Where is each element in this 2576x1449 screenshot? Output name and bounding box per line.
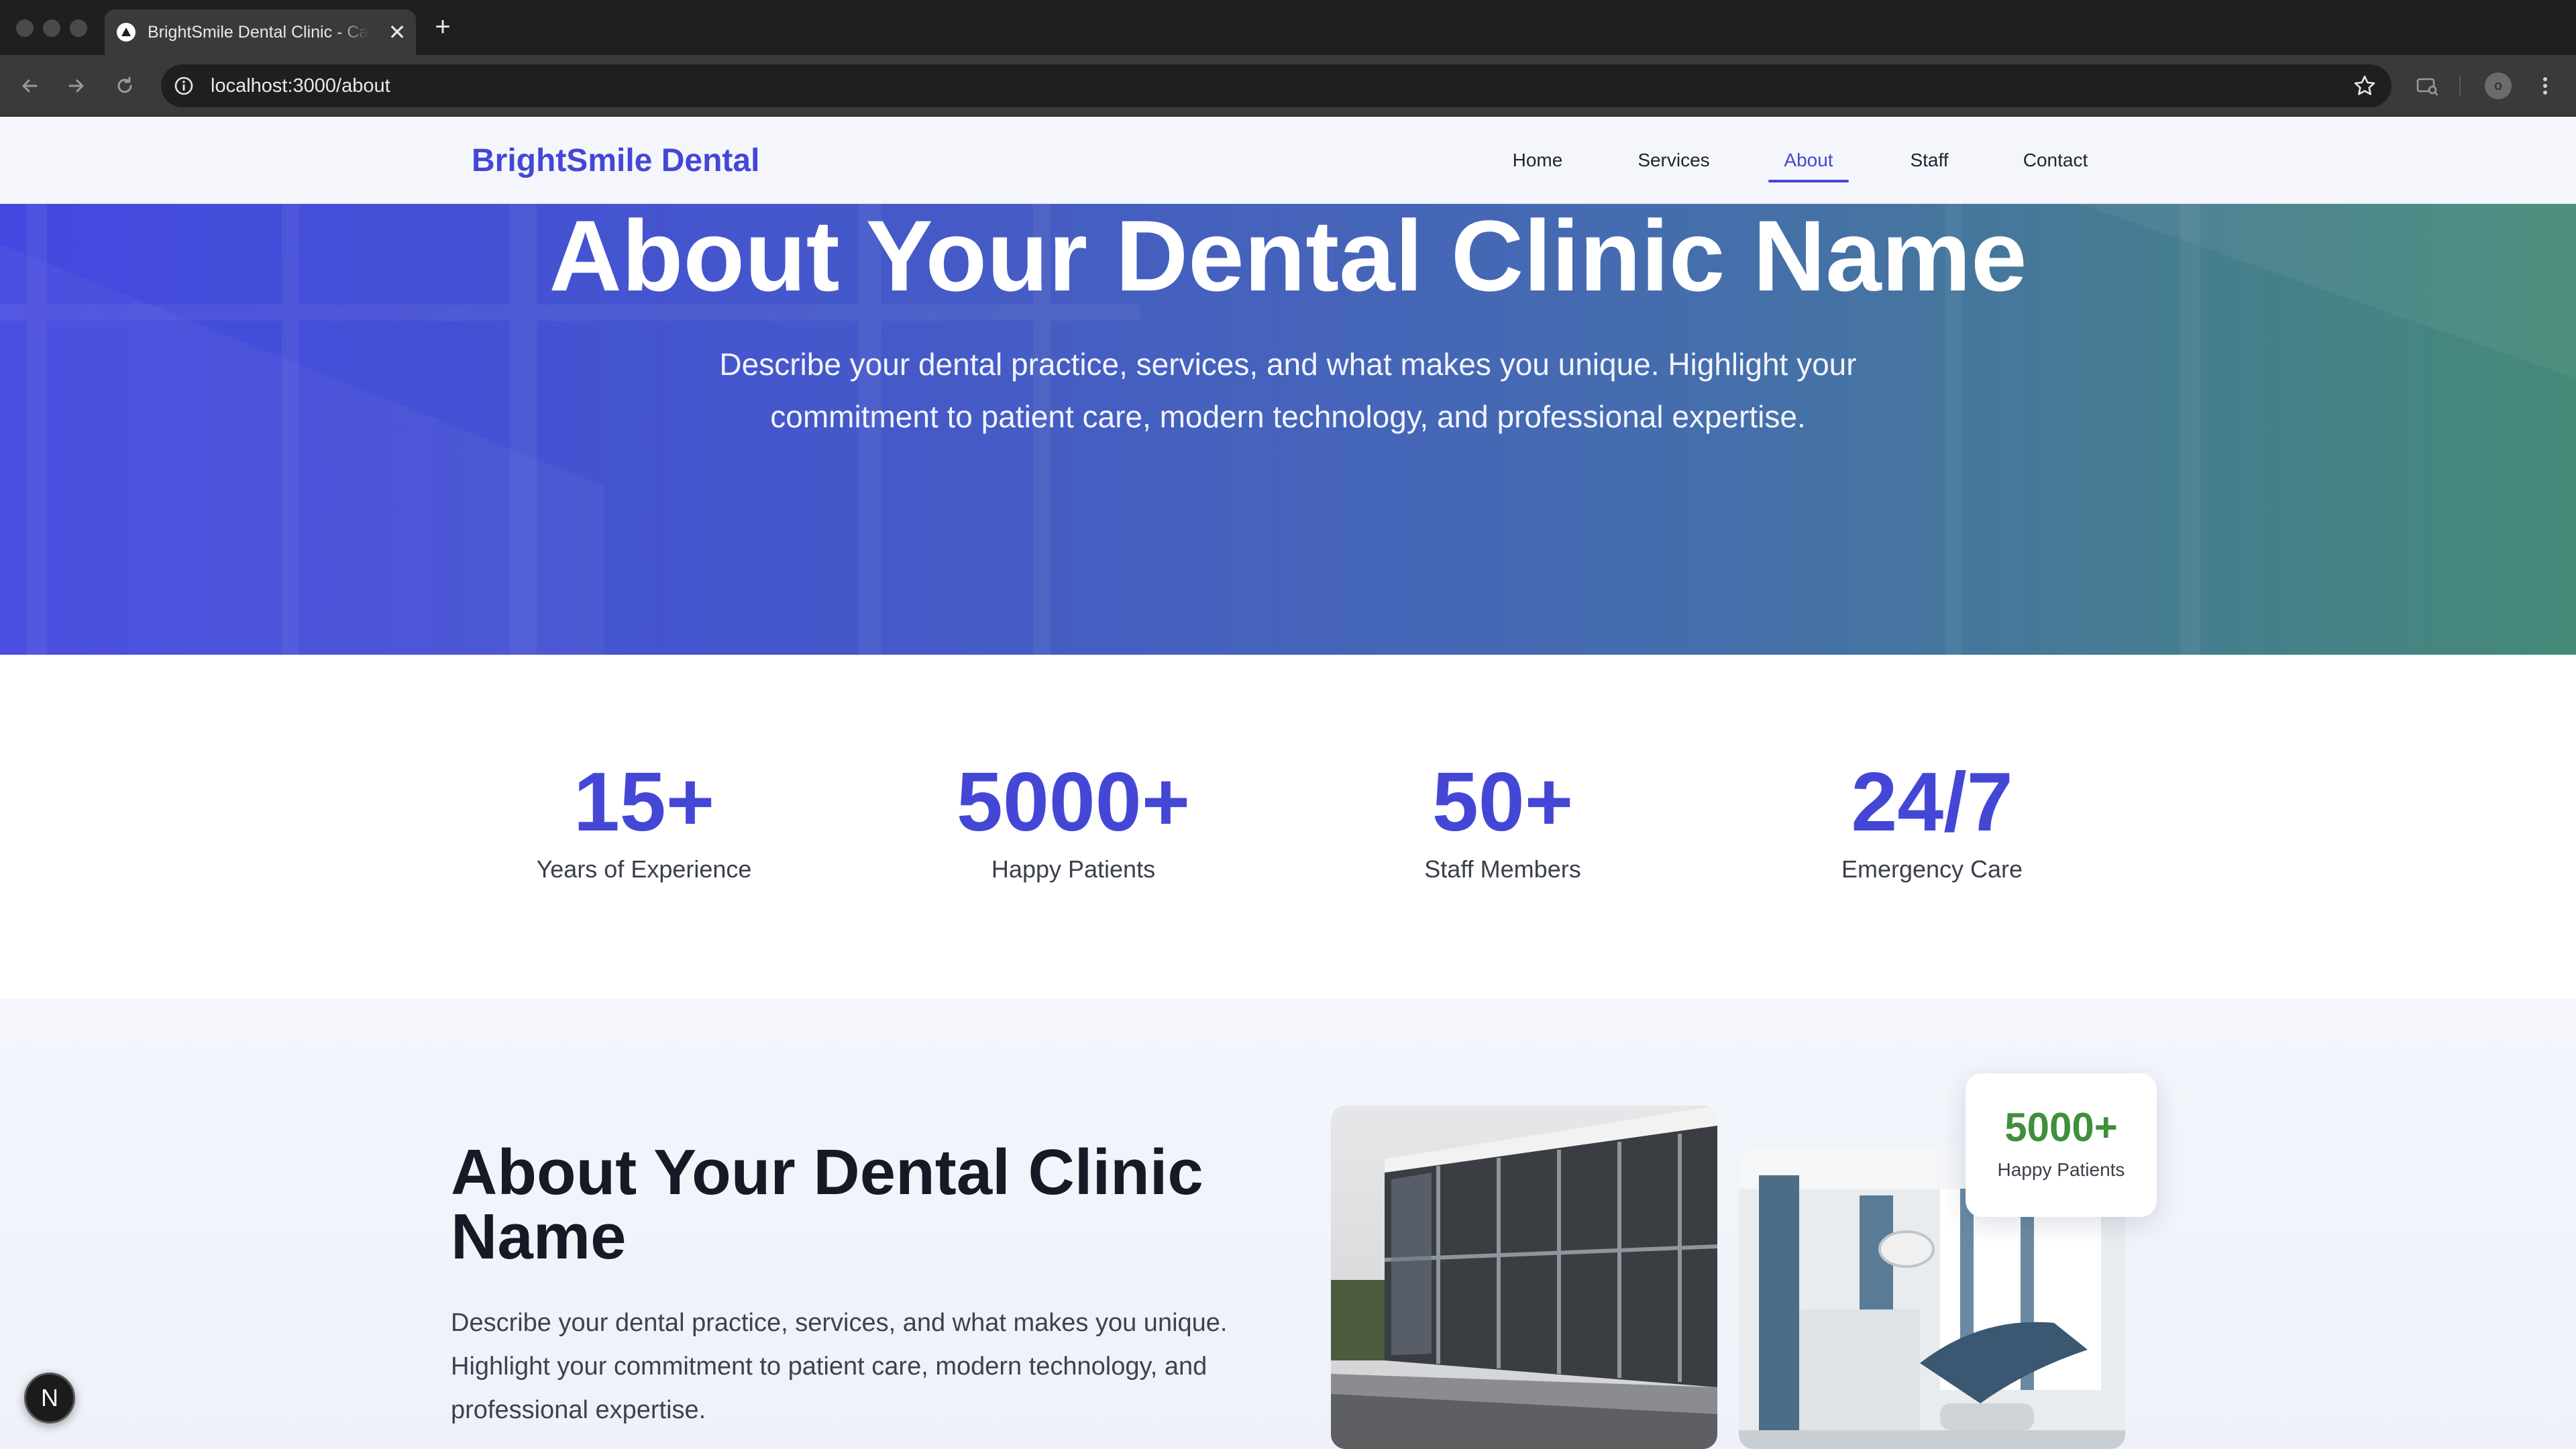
about-section: About Your Dental Clinic Name Describe y… [0,998,2576,1449]
stat-label: Emergency Care [1841,855,2023,883]
address-bar[interactable]: localhost:3000/about [161,64,2392,107]
stat-value: 24/7 [1851,756,2013,849]
stats-section: 15+ Years of Experience 5000+ Happy Pati… [0,655,2576,998]
nav-contact[interactable]: Contact [2014,118,2097,204]
tab-search-icon[interactable] [2411,70,2443,102]
hero-description: Describe your dental practice, services,… [719,347,1857,434]
nav-home[interactable]: Home [1497,118,1578,204]
nav-active-indicator [1768,180,1849,182]
window-zoom-dot[interactable] [70,19,87,37]
about-title: About Your Dental Clinic Name [451,1136,1203,1273]
new-tab-button[interactable]: + [429,13,456,40]
browser-toolbar: localhost:3000/about o [0,55,2576,117]
stat-staff: 50+ Staff Members [1315,755,1690,884]
happy-patients-badge: 5000+ Happy Patients [1966,1073,2157,1217]
url-text[interactable]: localhost:3000/about [211,64,390,107]
hero-section: About Your Dental Clinic Name Describe y… [0,204,2576,655]
about-description: Describe your dental practice, services,… [451,1309,1228,1424]
stat-label: Staff Members [1424,855,1581,883]
tab-close-icon[interactable]: ✕ [386,21,408,43]
window-minimize-dot[interactable] [43,19,60,37]
site-info-icon[interactable] [173,75,195,97]
window-close-dot[interactable] [16,19,34,37]
browser-tab[interactable]: BrightSmile Dental Clinic - Ca ✕ [105,9,416,55]
favicon-icon [117,23,136,42]
more-menu-icon[interactable] [2530,70,2560,102]
hero-title: About Your Dental Clinic Name [549,204,2027,312]
reload-icon[interactable] [109,70,141,102]
stat-emergency: 24/7 Emergency Care [1744,755,2120,884]
toolbar-divider [2457,70,2463,102]
brand-logo[interactable]: BrightSmile Dental [472,118,759,204]
stat-value: 5000+ [956,756,1191,849]
site-header: BrightSmile Dental Home Services About S… [0,118,2576,204]
stat-value: 50+ [1432,756,1574,849]
stat-years: 15+ Years of Experience [456,755,832,884]
tab-title: BrightSmile Dental Clinic - Ca [148,23,369,42]
forward-arrow-icon[interactable] [60,70,93,102]
nav-services[interactable]: Services [1630,118,1717,204]
nav-about[interactable]: About [1768,118,1849,204]
badge-label: Happy Patients [1997,1159,2125,1180]
stat-label: Happy Patients [991,855,1156,883]
browser-tab-strip: BrightSmile Dental Clinic - Ca ✕ + [0,0,2576,55]
profile-initial: o [2485,72,2512,99]
badge-value: 5000+ [2004,1105,2118,1150]
stat-label: Years of Experience [536,855,752,883]
nav-staff[interactable]: Staff [1898,118,1960,204]
stat-patients: 5000+ Happy Patients [885,755,1261,884]
back-arrow-icon[interactable] [13,70,46,102]
bookmark-star-icon[interactable] [2353,74,2377,98]
nextjs-dev-indicator[interactable]: N [24,1373,75,1424]
stat-value: 15+ [573,756,715,849]
profile-avatar[interactable]: o [2482,70,2514,102]
clinic-exterior-photo [1331,1106,1717,1449]
